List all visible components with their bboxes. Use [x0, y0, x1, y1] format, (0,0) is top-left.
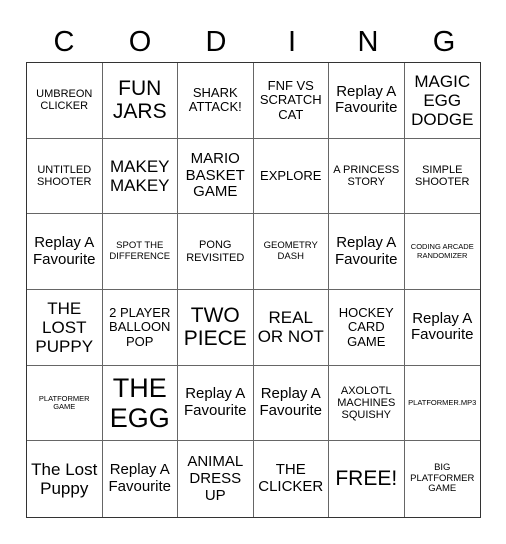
bingo-cell-r2-c3[interactable]: MARIO BASKET GAME [178, 138, 254, 215]
bingo-cell-label: Replay A Favourite [334, 82, 398, 117]
bingo-cell-r2-c2[interactable]: MAKEY MAKEY [102, 138, 178, 215]
bingo-cell-r2-c6[interactable]: SIMPLE SHOOTER [404, 139, 480, 215]
bingo-cell-label: PLATFORMER.MP3 [408, 397, 477, 407]
bingo-cell-label: The Lost Puppy [31, 460, 98, 499]
bingo-cell-label: MAGIC EGG DODGE [411, 71, 474, 129]
bingo-cell-label: UNTITLED SHOOTER [37, 163, 92, 188]
bingo-cell-r1-c1[interactable]: UMBREON CLICKER [27, 63, 103, 139]
title-letter-d: D [205, 26, 227, 58]
bingo-cell-label: FUN JARS [112, 76, 167, 124]
title-letter-i: I [287, 26, 297, 58]
bingo-cell-r1-c4[interactable]: FNF VS SCRATCH CAT [253, 63, 329, 139]
bingo-cell-r4-c6[interactable]: Replay A Favourite [404, 290, 480, 366]
bingo-cell-label: THE LOST PUPPY [35, 298, 94, 356]
bingo-cell-label: CODING ARCADE RANDOMIZER [410, 242, 474, 260]
bingo-cell-r3-c1[interactable]: Replay A Favourite [27, 214, 103, 290]
bingo-cell-r5-c4[interactable]: Replay A Favourite [253, 365, 329, 442]
bingo-cell-label: Replay A Favourite [259, 385, 323, 419]
bingo-cell-r4-c4[interactable]: REAL OR NOT [253, 289, 329, 366]
bingo-cell-label: SPOT THE DIFFERENCE [109, 240, 171, 262]
bingo-cell-r6-c6[interactable]: BIG PLATFORMER GAME [405, 441, 481, 517]
bingo-cell-label: ANIMAL DRESS UP [187, 452, 244, 504]
bingo-cell-r6-c2[interactable]: Replay A Favourite [103, 441, 178, 517]
bingo-cell-label: PLATFORMER GAME [38, 393, 90, 411]
bingo-cell-label: THE CLICKER [258, 461, 324, 496]
bingo-cell-label: REAL OR NOT [257, 308, 324, 347]
bingo-cell-r1-c5[interactable]: Replay A Favourite [329, 63, 405, 139]
bingo-cell-label: SHARK ATTACK! [188, 84, 242, 115]
bingo-cell-label: A PRINCESS STORY [333, 163, 400, 188]
bingo-cell-r1-c3[interactable]: SHARK ATTACK! [178, 63, 254, 139]
bingo-cell-label: UMBREON CLICKER [36, 88, 93, 113]
free-space-cell[interactable]: FREE! [329, 441, 405, 517]
bingo-cell-label: AXOLOTL MACHINES SQUISHY [337, 384, 396, 422]
bingo-cell-label: FNF VS SCRATCH CAT [259, 77, 322, 122]
bingo-cell-label: Replay A Favourite [108, 461, 172, 496]
bingo-cell-r5-c3[interactable]: Replay A Favourite [178, 365, 254, 442]
bingo-cell-label: HOCKEY CARD GAME [338, 304, 394, 349]
bingo-cell-r4-c2[interactable]: 2 PLAYER BALLOON POP [102, 289, 178, 366]
bingo-grid: UMBREON CLICKER FUN JARS SHARK ATTACK! FNF … [26, 62, 481, 518]
bingo-cell-r3-c4[interactable]: GEOMETRY DASH [253, 214, 329, 290]
bingo-cell-label: GEOMETRY DASH [263, 240, 318, 262]
bingo-cell-r6-c1[interactable]: The Lost Puppy [27, 441, 103, 517]
bingo-cell-label: FREE! [335, 467, 398, 491]
bingo-cell-label: Replay A Favourite [183, 385, 247, 419]
bingo-cell-label: EXPLORE [260, 167, 322, 183]
bingo-cell-label: THE EGG [109, 372, 170, 433]
bingo-cell-r3-c5[interactable]: Replay A Favourite [329, 214, 405, 290]
bingo-cell-r4-c5[interactable]: HOCKEY CARD GAME [329, 289, 405, 366]
bingo-cell-r3-c3[interactable]: PONG REVISITED [178, 214, 254, 290]
bingo-cell-r2-c5[interactable]: A PRINCESS STORY [329, 138, 405, 215]
bingo-cell-r2-c1[interactable]: UNTITLED SHOOTER [27, 138, 103, 215]
bingo-cell-label: MARIO BASKET GAME [185, 149, 245, 201]
bingo-cell-r5-c5[interactable]: AXOLOTL MACHINES SQUISHY [329, 365, 405, 442]
bingo-cell-r5-c1[interactable]: PLATFORMER GAME [27, 365, 103, 442]
bingo-title: C O D I N G [26, 22, 482, 62]
bingo-cell-label: TWO PIECE [183, 303, 247, 351]
bingo-cell-r5-c6[interactable]: PLATFORMER.MP3 [404, 366, 480, 442]
bingo-cell-label: SIMPLE SHOOTER [415, 163, 470, 188]
bingo-cell-label: Replay A Favourite [334, 233, 398, 268]
bingo-cell-r3-c6[interactable]: CODING ARCADE RANDOMIZER [404, 214, 480, 290]
title-letter-g: G [432, 26, 456, 58]
bingo-cell-r6-c4[interactable]: THE CLICKER [254, 441, 329, 517]
bingo-cell-label: Replay A Favourite [410, 309, 474, 344]
bingo-cell-r1-c2[interactable]: FUN JARS [102, 63, 178, 139]
title-letter-o: O [128, 26, 152, 58]
bingo-cell-r6-c3[interactable]: ANIMAL DRESS UP [178, 441, 254, 517]
bingo-cell-label: Replay A Favourite [32, 233, 96, 268]
bingo-cell-label: BIG PLATFORMER GAME [410, 462, 475, 495]
bingo-cell-r2-c4[interactable]: EXPLORE [253, 138, 329, 215]
bingo-cell-r4-c3[interactable]: TWO PIECE [178, 289, 254, 366]
bingo-cell-r1-c6[interactable]: MAGIC EGG DODGE [404, 63, 480, 139]
title-letter-n: N [357, 26, 379, 58]
title-letter-c: C [53, 26, 75, 58]
bingo-cell-r3-c2[interactable]: SPOT THE DIFFERENCE [102, 214, 178, 290]
bingo-cell-r5-c2[interactable]: THE EGG [102, 365, 178, 442]
bingo-cell-label: PONG REVISITED [186, 239, 245, 264]
bingo-cell-r4-c1[interactable]: THE LOST PUPPY [27, 289, 103, 366]
bingo-cell-label: 2 PLAYER BALLOON POP [109, 304, 171, 349]
bingo-cell-label: MAKEY MAKEY [109, 156, 170, 195]
